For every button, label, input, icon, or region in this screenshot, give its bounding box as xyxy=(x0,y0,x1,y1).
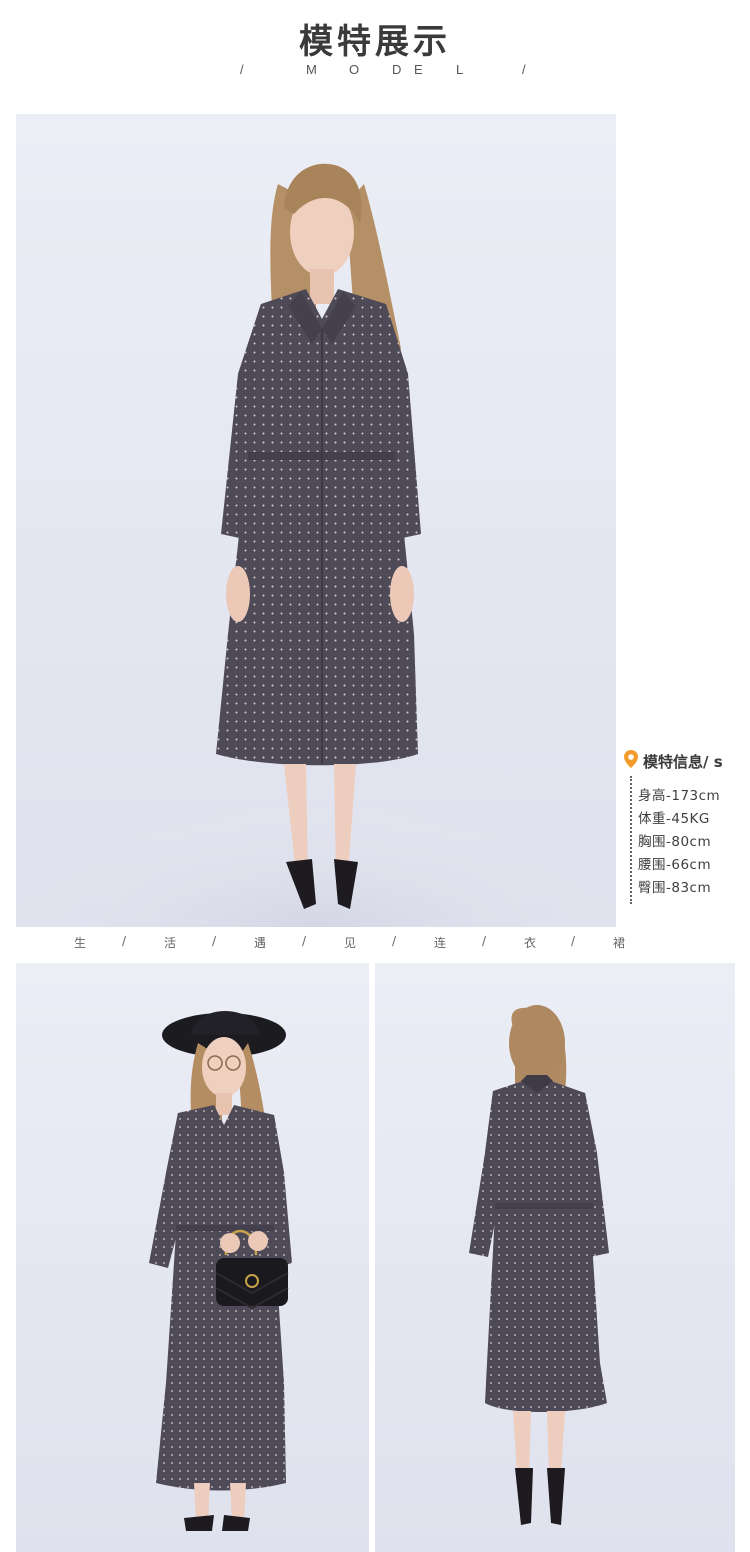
model-info-divider xyxy=(630,776,632,904)
subtitle-slash-right: / xyxy=(522,62,526,77)
model-info-title: 模特信息/ s xyxy=(643,753,723,771)
section-title: 模特展示 xyxy=(299,22,451,62)
model-height: 身高-173cm xyxy=(638,788,721,804)
caption-char: 裙 xyxy=(613,936,626,950)
model-hips: 臀围-83cm xyxy=(638,880,712,896)
model-info-panel: 模特信息/ s 身高-173cm 体重-45KG 胸围-80cm 腰围-66cm… xyxy=(622,748,750,908)
subtitle-slash-left: / xyxy=(240,62,244,77)
model-photo-back xyxy=(375,963,735,1552)
caption-char: 活 xyxy=(164,936,177,950)
model-photo-back-illustration xyxy=(469,1005,609,1525)
model-bust: 胸围-80cm xyxy=(638,834,712,850)
caption-slash: / xyxy=(482,934,487,948)
model-waist: 腰围-66cm xyxy=(638,857,712,873)
subtitle-letter-m: M xyxy=(306,62,317,77)
caption-row: 生 / 活 / 遇 / 见 / 连 / 衣 / 裙 xyxy=(0,934,750,954)
section-subtitle: / M O D E L / xyxy=(240,62,530,82)
subtitle-letter-d: D xyxy=(392,62,402,77)
subtitle-letter-l: L xyxy=(456,62,464,77)
caption-slash: / xyxy=(122,934,127,948)
caption-char: 见 xyxy=(344,936,357,950)
caption-slash: / xyxy=(212,934,217,948)
caption-char: 遇 xyxy=(254,936,267,950)
caption-slash: / xyxy=(392,934,397,948)
model-weight: 体重-45KG xyxy=(638,811,710,827)
model-photo-front xyxy=(16,114,616,927)
caption-char: 生 xyxy=(74,936,87,950)
caption-slash: / xyxy=(571,934,576,948)
subtitle-letter-o: O xyxy=(349,62,360,77)
caption-slash: / xyxy=(302,934,307,948)
model-photo-hat-bag xyxy=(16,963,369,1552)
caption-char: 衣 xyxy=(524,936,537,950)
caption-char: 连 xyxy=(434,936,447,950)
model-info-list: 身高-173cm 体重-45KG 胸围-80cm 腰围-66cm 臀围-83cm xyxy=(638,786,720,901)
subtitle-letter-e: E xyxy=(414,62,423,77)
model-photo-front-illustration xyxy=(16,163,616,927)
location-pin-icon xyxy=(624,750,638,768)
model-photo-hat-bag-illustration xyxy=(149,1011,292,1531)
